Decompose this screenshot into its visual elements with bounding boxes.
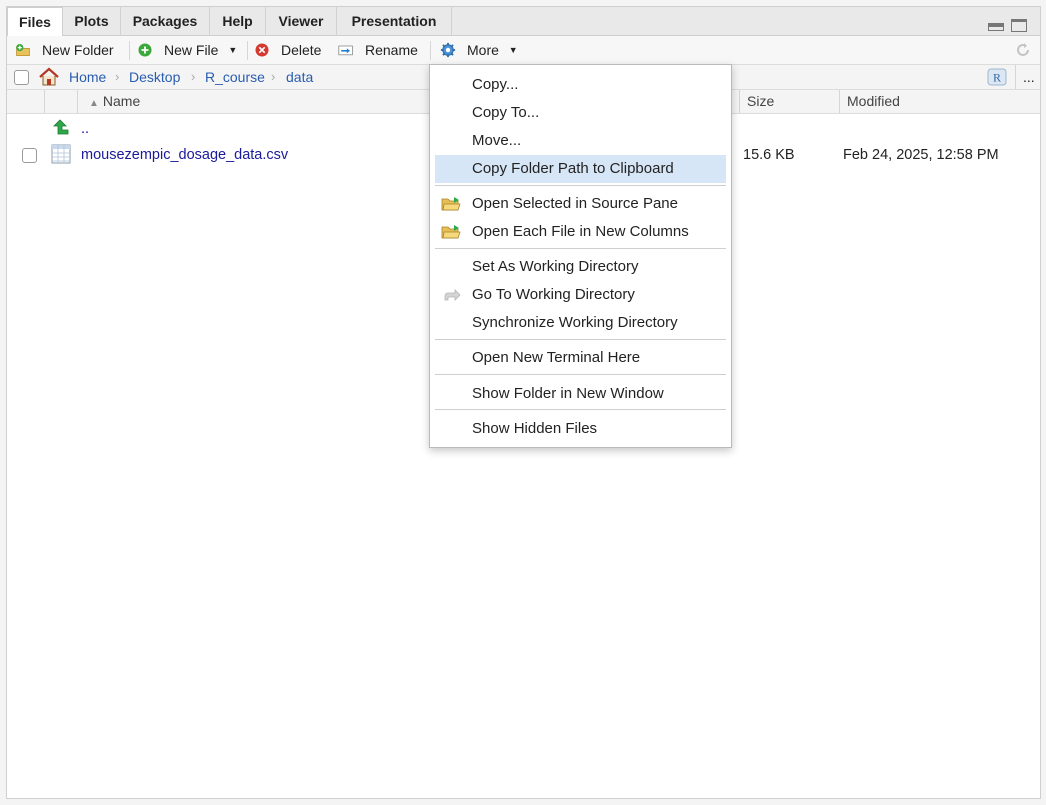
menu-item-label: Copy... — [472, 76, 519, 93]
menu-item-label: Go To Working Directory — [472, 286, 635, 303]
home-icon[interactable] — [38, 67, 60, 86]
menu-item-label: Show Folder in New Window — [472, 385, 664, 402]
menu-item-open-selected-source[interactable]: Open Selected in Source Pane — [435, 190, 726, 218]
new-folder-icon — [16, 44, 30, 56]
column-name-header[interactable]: ▲ Name — [89, 90, 140, 113]
new-folder-button[interactable]: New Folder — [15, 36, 114, 64]
menu-item-show-folder-new-window[interactable]: Show Folder in New Window — [435, 380, 726, 408]
row-checkbox[interactable] — [22, 148, 37, 163]
tab-files[interactable]: Files — [7, 7, 63, 37]
breadcrumb-separator: › — [191, 69, 196, 84]
sort-ascending-icon: ▲ — [89, 98, 99, 109]
menu-item-show-hidden-files[interactable]: Show Hidden Files — [435, 415, 726, 443]
menu-separator — [435, 409, 726, 410]
tab-plots[interactable]: Plots — [63, 7, 121, 36]
rename-icon — [338, 45, 353, 56]
menu-separator — [435, 185, 726, 186]
breadcrumb-data[interactable]: data — [286, 65, 313, 89]
select-all-checkbox[interactable] — [14, 70, 29, 85]
menu-item-go-to-working-dir[interactable]: Go To Working Directory — [435, 281, 726, 309]
parent-directory-icon — [53, 119, 69, 135]
menu-item-label: Synchronize Working Directory — [472, 314, 678, 331]
menu-separator — [435, 339, 726, 340]
column-name-label: Name — [102, 93, 141, 109]
menu-separator — [435, 374, 726, 375]
delete-icon — [255, 43, 269, 57]
menu-item-label: Open Each File in New Columns — [472, 223, 689, 240]
menu-item-copy[interactable]: Copy... — [435, 71, 726, 99]
tab-help[interactable]: Help — [210, 7, 266, 36]
breadcrumb-separator: › — [271, 69, 276, 84]
files-toolbar: New Folder New File ▼ Delete Rename More… — [7, 36, 1040, 65]
toolbar-divider — [430, 41, 431, 60]
open-folder-icon — [441, 225, 461, 239]
rename-label: Rename — [365, 42, 418, 58]
file-name-link[interactable]: mousezempic_dosage_data.csv — [81, 141, 288, 169]
menu-item-copy-folder-path[interactable]: Copy Folder Path to Clipboard — [435, 155, 726, 183]
menu-item-label: Set As Working Directory — [472, 258, 639, 275]
column-divider — [739, 90, 740, 113]
column-divider — [77, 90, 78, 113]
more-label: More — [467, 42, 499, 58]
new-folder-label: New Folder — [42, 42, 114, 58]
menu-item-set-working-dir[interactable]: Set As Working Directory — [435, 253, 726, 281]
toolbar-divider — [247, 41, 248, 60]
column-divider — [44, 90, 45, 113]
add-file-icon — [138, 43, 152, 57]
menu-item-label: Show Hidden Files — [472, 420, 598, 437]
minimize-pane-icon[interactable] — [988, 23, 1004, 31]
breadcrumb-desktop[interactable]: Desktop — [129, 65, 180, 89]
tab-presentation[interactable]: Presentation — [337, 7, 452, 36]
gear-icon — [440, 42, 456, 58]
goto-arrow-icon — [444, 289, 461, 301]
delete-label: Delete — [281, 42, 322, 58]
tab-viewer[interactable]: Viewer — [266, 7, 337, 36]
new-file-button[interactable]: New File ▼ — [137, 36, 237, 64]
more-options-button[interactable]: ... — [1023, 65, 1035, 89]
menu-item-label: Open Selected in Source Pane — [472, 195, 678, 212]
open-folder-icon — [441, 197, 461, 211]
column-size-header[interactable]: Size — [747, 90, 774, 113]
menu-separator — [435, 248, 726, 249]
chevron-down-icon: ▼ — [228, 45, 238, 56]
breadcrumb-divider — [1015, 65, 1016, 89]
more-menu: Copy... Copy To... Move... Copy Folder P… — [429, 64, 732, 448]
file-size: 15.6 KB — [743, 147, 795, 163]
rename-button[interactable]: Rename — [338, 36, 418, 64]
menu-item-move[interactable]: Move... — [435, 127, 726, 155]
menu-item-copy-to[interactable]: Copy To... — [435, 99, 726, 127]
refresh-icon[interactable] — [1014, 41, 1032, 59]
breadcrumb-home[interactable]: Home — [69, 65, 106, 89]
spreadsheet-file-icon — [51, 144, 71, 164]
menu-item-label: Copy To... — [472, 104, 540, 121]
svg-text:R: R — [993, 71, 1001, 85]
menu-item-sync-working-dir[interactable]: Synchronize Working Directory — [435, 309, 726, 337]
toolbar-divider — [129, 41, 130, 60]
menu-item-label: Move... — [472, 132, 522, 149]
column-modified-header[interactable]: Modified — [847, 90, 900, 113]
tab-packages[interactable]: Packages — [121, 7, 210, 36]
new-file-label: New File — [164, 42, 219, 58]
breadcrumb-separator: › — [115, 69, 120, 84]
breadcrumb-r-course[interactable]: R_course — [205, 65, 265, 89]
r-project-icon[interactable]: R — [987, 68, 1007, 86]
menu-item-label: Open New Terminal Here — [472, 349, 641, 366]
menu-item-open-terminal[interactable]: Open New Terminal Here — [435, 344, 726, 372]
file-modified: Feb 24, 2025, 12:58 PM — [843, 147, 999, 163]
maximize-pane-icon[interactable] — [1011, 19, 1027, 32]
menu-item-open-each-file[interactable]: Open Each File in New Columns — [435, 218, 726, 246]
chevron-down-icon: ▼ — [508, 45, 518, 56]
parent-dir-link[interactable]: .. — [81, 115, 89, 143]
delete-button[interactable]: Delete — [254, 36, 321, 64]
column-divider — [839, 90, 840, 113]
menu-item-label: Copy Folder Path to Clipboard — [472, 160, 674, 177]
more-button[interactable]: More ▼ — [440, 36, 518, 64]
tab-bar: Files Plots Packages Help Viewer Present… — [7, 7, 1040, 37]
